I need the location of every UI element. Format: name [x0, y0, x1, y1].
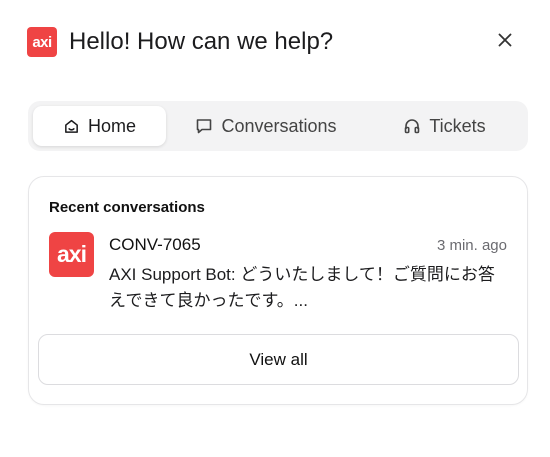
chat-bubble-icon: [195, 117, 213, 135]
tab-tickets[interactable]: Tickets: [366, 106, 523, 146]
tab-home[interactable]: Home: [33, 106, 166, 146]
headphones-icon: [403, 117, 421, 135]
page-title: Hello! How can we help?: [69, 28, 334, 55]
close-icon: [498, 33, 512, 52]
conversation-id: CONV-7065: [109, 235, 201, 254]
section-title: Recent conversations: [49, 199, 205, 216]
home-icon: [63, 118, 80, 135]
recent-conversations-card: Recent conversations axi CONV-7065 3 min…: [28, 176, 528, 405]
tab-conversations[interactable]: Conversations: [166, 106, 366, 146]
tab-bar: Home Conversations Tickets: [28, 101, 528, 151]
tab-conversations-label: Conversations: [221, 115, 337, 136]
logo-text: axi: [32, 33, 52, 51]
conversation-preview: AXI Support Bot: どういたしまして！ご質問にお答えできて良かった…: [109, 265, 495, 310]
close-button[interactable]: [494, 31, 516, 53]
conversation-item[interactable]: axi CONV-7065 3 min. ago AXI Support Bot…: [49, 232, 507, 316]
avatar-text: axi: [57, 241, 87, 267]
avatar: axi: [49, 232, 94, 277]
axi-logo: axi: [27, 27, 57, 57]
tab-tickets-label: Tickets: [429, 115, 486, 136]
conversation-time: 3 min. ago: [436, 237, 507, 254]
header: axi Hello! How can we help?: [27, 27, 523, 57]
tab-home-label: Home: [87, 115, 136, 136]
view-all-button[interactable]: View all: [38, 334, 519, 385]
